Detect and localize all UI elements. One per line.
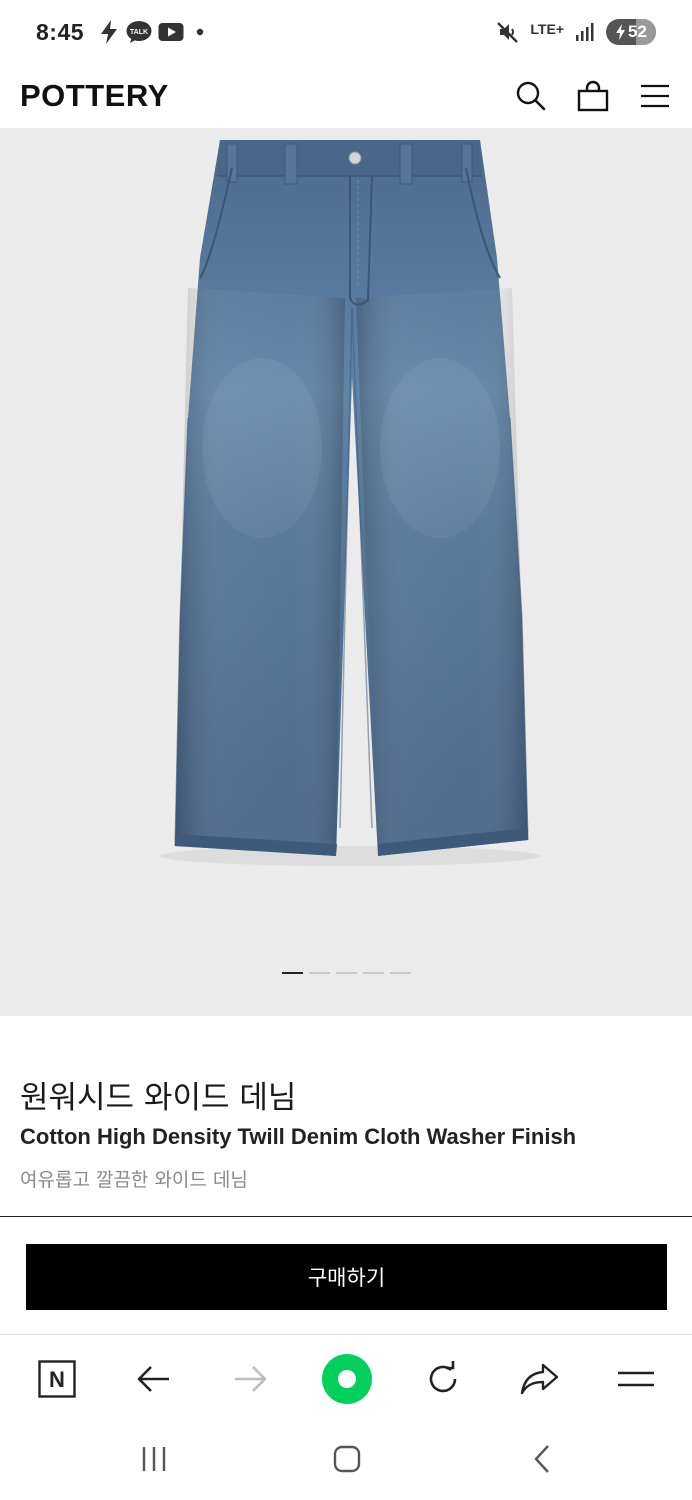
recent-apps-button[interactable] — [124, 1436, 184, 1482]
shopping-bag-icon — [577, 80, 609, 112]
share-button[interactable] — [510, 1335, 570, 1423]
back-button[interactable] — [124, 1335, 184, 1423]
site-header: POTTERY — [0, 64, 692, 128]
menu-icon — [641, 84, 669, 108]
pager-dot[interactable] — [281, 972, 303, 974]
naver-letter: N — [49, 1367, 65, 1392]
product-image-carousel[interactable] — [0, 128, 692, 1016]
share-icon — [520, 1363, 559, 1395]
pager-dot[interactable] — [362, 972, 384, 974]
dot-icon — [196, 28, 204, 36]
product-description: 여유롭고 깔끔한 와이드 데님 — [20, 1169, 248, 1191]
battery-level: 52 — [628, 22, 647, 41]
carousel-pager — [0, 972, 692, 974]
battery-bolt-icon — [616, 24, 626, 40]
search-button[interactable] — [514, 79, 548, 113]
mute-icon — [496, 20, 520, 44]
product-name-english: Cotton High Density Twill Denim Cloth Wa… — [20, 1124, 577, 1149]
pager-dot[interactable] — [308, 972, 330, 974]
cart-button[interactable] — [576, 79, 610, 113]
back-icon — [534, 1445, 549, 1473]
youtube-icon — [158, 22, 184, 42]
reload-icon — [429, 1361, 457, 1393]
status-bar: 8:45 TALK LTE+ 52 — [0, 0, 692, 64]
green-dot-button[interactable] — [317, 1335, 377, 1423]
talk-label: TALK — [130, 29, 148, 36]
browser-toolbar: N — [0, 1334, 692, 1422]
charging-bolt-icon — [98, 19, 120, 45]
green-dot-icon — [322, 1354, 372, 1404]
network-type: LTE+ — [530, 21, 564, 37]
brand-logo[interactable]: POTTERY — [20, 78, 169, 114]
back-arrow-icon — [137, 1366, 169, 1392]
kakao-talk-icon: TALK — [126, 20, 152, 44]
product-photo — [160, 140, 540, 866]
pager-dot[interactable] — [389, 972, 411, 974]
forward-button[interactable] — [220, 1335, 280, 1423]
product-name-korean: 원워시드 와이드 데님 — [20, 1080, 297, 1116]
menu-button[interactable] — [638, 79, 672, 113]
home-icon — [333, 1445, 361, 1473]
status-time: 8:45 — [36, 18, 85, 45]
reload-button[interactable] — [413, 1335, 473, 1423]
home-button[interactable] — [317, 1436, 377, 1482]
system-back-button[interactable] — [512, 1436, 572, 1482]
naver-home-button[interactable]: N — [27, 1335, 87, 1423]
search-icon — [516, 81, 546, 111]
recent-apps-icon — [142, 1447, 166, 1471]
signal-icon — [574, 21, 596, 43]
browser-menu-button[interactable] — [606, 1335, 666, 1423]
forward-arrow-icon — [235, 1366, 267, 1392]
pager-dot[interactable] — [335, 972, 357, 974]
naver-n-icon: N — [38, 1360, 76, 1398]
divider — [0, 1216, 692, 1217]
battery-indicator: 52 — [606, 19, 656, 45]
system-navigation-bar — [0, 1422, 692, 1500]
buy-button[interactable]: 구매하기 — [26, 1244, 667, 1310]
menu-icon — [618, 1371, 654, 1387]
